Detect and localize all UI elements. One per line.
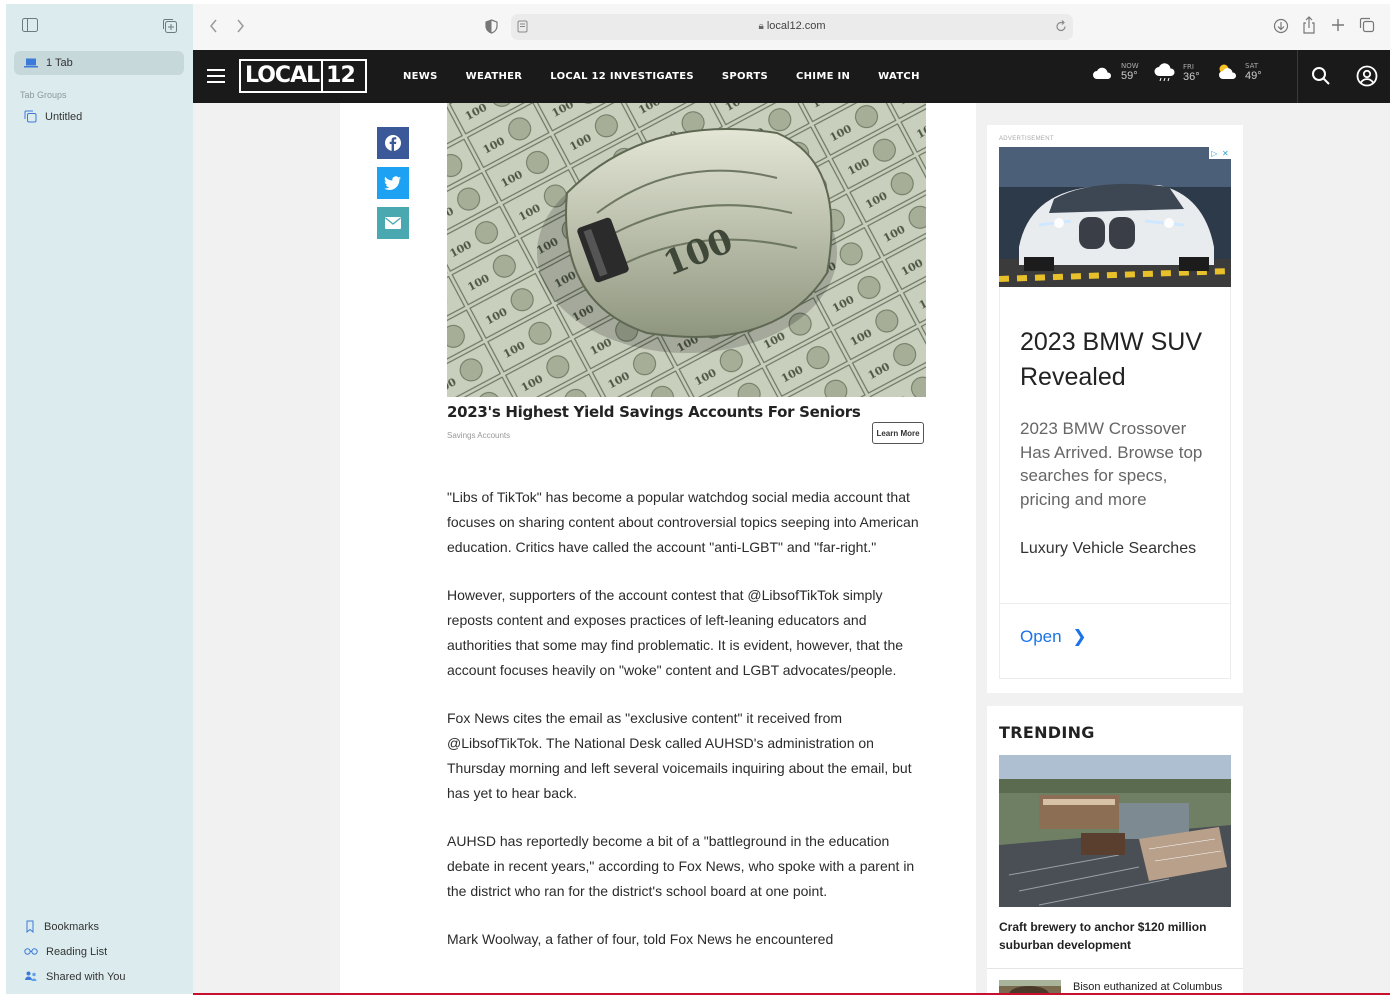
share-email-button[interactable]: [377, 207, 409, 239]
nav-watch[interactable]: WATCH: [878, 71, 920, 82]
trending-story-link[interactable]: Craft brewery to anchor $120 million sub…: [999, 918, 1231, 954]
sidebar-item-label: Reading List: [46, 945, 108, 958]
lock-icon: 🔒︎: [758, 21, 764, 32]
tab-group-icon: [24, 110, 37, 123]
share-twitter-button[interactable]: [377, 167, 409, 199]
partly-sunny-icon: [1219, 64, 1237, 79]
search-icon[interactable]: [1311, 66, 1331, 91]
tab-overview-icon[interactable]: [1359, 17, 1375, 38]
share-icon[interactable]: [1302, 16, 1316, 39]
weather-temp: 49°: [1245, 70, 1262, 82]
nav-local-12-investigates[interactable]: LOCAL 12 INVESTIGATES: [550, 71, 694, 82]
nav-sports[interactable]: SPORTS: [722, 71, 768, 82]
ad-open-label: Open: [1020, 627, 1062, 646]
primary-nav: NEWS WEATHER LOCAL 12 INVESTIGATES SPORT…: [403, 50, 948, 103]
ad-sponsor: Luxury Vehicle Searches: [1020, 540, 1197, 557]
logo-number: 12: [321, 61, 356, 91]
hamburger-menu-icon[interactable]: [207, 69, 225, 83]
trending-box: TRENDING Craft brewery to anchor $120 mi…: [987, 706, 1243, 994]
new-tab-group-icon[interactable]: [162, 18, 180, 36]
site-logo[interactable]: LOCAL 12: [239, 59, 367, 93]
logo-text: LOCAL: [245, 63, 320, 88]
page-content: 100 100 2023's Highest Yield Savings Acc…: [193, 103, 1390, 994]
advertisement-label: ADVERTISEMENT: [999, 136, 1054, 142]
sponsored-money-image[interactable]: 100 100: [447, 103, 926, 397]
sidebar-item-shared-with-you[interactable]: Shared with You: [24, 970, 126, 983]
trending-thumbnail[interactable]: [999, 980, 1061, 994]
weather-temp: 59°: [1121, 70, 1138, 82]
weather-temp: 36°: [1183, 71, 1200, 83]
bookmark-icon: [26, 920, 34, 933]
article-paragraph: Mark Woolway, a father of four, told Fox…: [447, 931, 834, 947]
nav-divider: [1297, 50, 1298, 103]
sidebar-item-label: Shared with You: [46, 970, 126, 983]
article-paragraph: AUHSD has reportedly become a bit of a "…: [447, 833, 915, 899]
ad-divider: [1000, 603, 1230, 604]
reload-icon[interactable]: [1055, 20, 1067, 38]
article-paragraph: Fox News cites the email as "exclusive c…: [447, 710, 912, 801]
sidebar-item-label: 1 Tab: [46, 57, 73, 69]
trending-heading: TRENDING: [999, 723, 1095, 742]
weather-sat[interactable]: SAT 49°: [1215, 62, 1262, 82]
ad-open-button[interactable]: Open ❯: [1020, 627, 1087, 647]
sponsored-headline[interactable]: 2023's Highest Yield Savings Accounts Fo…: [447, 403, 861, 421]
tab-groups-heading: Tab Groups: [20, 90, 67, 100]
bmw-ad-image[interactable]: ▷ ✕: [999, 147, 1231, 287]
url-display[interactable]: 🔒︎ local12.com: [511, 20, 1073, 32]
share-facebook-button[interactable]: [377, 127, 409, 159]
sidebar-item-tabs[interactable]: 1 Tab: [14, 51, 184, 75]
nav-chime-in[interactable]: CHIME IN: [796, 71, 850, 82]
address-bar[interactable]: 🔒︎ local12.com: [511, 14, 1073, 40]
partly-cloudy-night-icon: [1093, 65, 1112, 79]
advertisement-box: ADVERTISEMENT ▷ ✕ 2023 BMW SUV Revealed …: [987, 125, 1243, 693]
learn-more-button[interactable]: Learn More: [872, 422, 924, 444]
facebook-icon: [385, 135, 401, 151]
browser-toolbar: 🔒︎ local12.com: [193, 4, 1390, 50]
sidebar-item-label: Untitled: [45, 110, 83, 123]
ad-headline[interactable]: 2023 BMW SUV Revealed: [1020, 325, 1220, 395]
trending-image[interactable]: [999, 755, 1231, 907]
adchoices-icon[interactable]: ▷ ✕: [1209, 147, 1231, 159]
sidebar-top-icons: [6, 18, 193, 38]
chevron-right-icon: ❯: [1072, 627, 1087, 646]
article-column: 100 100 2023's Highest Yield Savings Acc…: [340, 103, 976, 994]
forward-icon[interactable]: [235, 19, 245, 38]
url-text: local12.com: [766, 20, 826, 32]
downloads-icon[interactable]: [1273, 18, 1289, 39]
weather-label: SAT: [1245, 62, 1259, 70]
sidebar-item-reading-list[interactable]: Reading List: [24, 945, 107, 958]
article-body: "Libs of TikTok" has become a popular wa…: [447, 485, 927, 975]
scroll-accent-line: [193, 993, 1390, 995]
weather-label: NOW: [1121, 62, 1139, 70]
nav-news[interactable]: NEWS: [403, 71, 438, 82]
trending-story-link[interactable]: Bison euthanized at Columbus: [1073, 981, 1222, 993]
article-paragraph: However, supporters of the account conte…: [447, 587, 904, 678]
safari-sidebar: 1 Tab Tab Groups Untitled Bookmarks Read…: [6, 4, 193, 994]
laptop-icon: [24, 58, 38, 68]
back-icon[interactable]: [209, 19, 219, 38]
article-paragraph: "Libs of TikTok" has become a popular wa…: [447, 489, 919, 555]
site-navbar: LOCAL 12 NEWS WEATHER LOCAL 12 INVESTIGAT…: [193, 50, 1390, 103]
glasses-icon: [24, 948, 38, 955]
nav-weather[interactable]: WEATHER: [466, 71, 523, 82]
trending-divider: [987, 968, 1243, 969]
sponsored-source: Savings Accounts: [447, 431, 511, 440]
email-icon: [385, 217, 401, 229]
ad-card[interactable]: 2023 BMW SUV Revealed 2023 BMW Crossover…: [999, 287, 1231, 679]
privacy-shield-icon[interactable]: [485, 19, 498, 39]
weather-fri[interactable]: FRI 36°: [1153, 62, 1200, 84]
people-icon: [25, 971, 37, 981]
cloudy-icon: [1154, 63, 1175, 82]
sidebar-toggle-icon[interactable]: [22, 18, 40, 36]
sidebar-item-bookmarks[interactable]: Bookmarks: [24, 920, 99, 933]
account-icon[interactable]: [1356, 65, 1378, 92]
new-tab-icon[interactable]: [1331, 18, 1345, 37]
ad-description: 2023 BMW Crossover Has Arrived. Browse t…: [1020, 419, 1203, 509]
sidebar-item-label: Bookmarks: [44, 920, 100, 933]
weather-now[interactable]: NOW 59°: [1091, 62, 1139, 82]
weather-label: FRI: [1183, 63, 1194, 71]
sidebar-item-untitled[interactable]: Untitled: [24, 110, 82, 123]
twitter-icon: [384, 175, 401, 190]
